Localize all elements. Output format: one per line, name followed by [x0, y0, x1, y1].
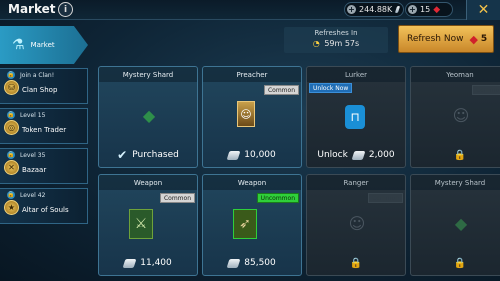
rarity-badge: Common — [367, 193, 403, 203]
lock-icon: 🔒 — [349, 257, 363, 269]
card-price: 11,400 — [140, 258, 172, 268]
check-icon: ✔ — [117, 148, 128, 162]
market-icon: ⚗ — [12, 37, 25, 53]
rarity-badge: Common — [159, 193, 195, 203]
shop-card-lurker[interactable]: Lurker Unlock Now ⊓ Unlock 2,000 — [306, 66, 406, 168]
card-status: ✔ Purchased — [99, 143, 197, 167]
info-icon[interactable]: i — [58, 2, 73, 17]
shop-card-weapon-uncommon[interactable]: Weapon Uncommon ➶ 85,500 — [202, 174, 302, 276]
gem-counter[interactable]: + 15 ◆ — [405, 2, 453, 17]
silver-icon — [226, 150, 241, 160]
refresh-label: Refreshes In — [314, 29, 358, 37]
bazaar-icon: ✕ — [4, 160, 19, 175]
shard-icon: ◆ — [454, 213, 468, 233]
card-title: Yeoman — [411, 67, 500, 82]
add-silver-icon[interactable]: + — [347, 5, 356, 14]
shop-card-preacher[interactable]: Preacher Common ☺ 10,000 — [202, 66, 302, 168]
refresh-timer: Refreshes In ◔ 59m 57s — [284, 27, 388, 53]
silver-icon — [122, 258, 137, 268]
silver-counter[interactable]: + 244.88K — [344, 2, 404, 17]
sidebar-item-token-trader[interactable]: 🔒 Level 15 ◎ Token Trader — [0, 108, 88, 144]
weapon-icon: ➶ — [233, 209, 257, 239]
sidebar-item-requirement: Level 35 — [20, 152, 46, 159]
silver-icon — [226, 258, 241, 268]
sidebar-item-label: Clan Shop — [22, 86, 58, 94]
altar-of-souls-icon: ★ — [4, 200, 19, 215]
lock-icon: 🔒 — [453, 149, 467, 161]
lock-icon: ⊓ — [345, 105, 365, 129]
card-price: 10,000 — [244, 150, 276, 160]
purchased-label: Purchased — [132, 150, 179, 160]
card-title: Weapon — [99, 175, 197, 190]
card-price: 85,500 — [244, 258, 276, 268]
gem-amount: 15 — [420, 5, 431, 14]
silver-icon — [395, 6, 401, 13]
clan-shop-icon: ⛁ — [4, 80, 19, 95]
shop-card-mystery-shard-locked[interactable]: Mystery Shard ◆ 🔒 — [410, 174, 500, 276]
sidebar-item-altar-of-souls[interactable]: 🔒 Level 42 ★ Altar of Souls — [0, 188, 88, 224]
refresh-now-button[interactable]: Refresh Now ◆ 5 — [398, 25, 494, 53]
sidebar-item-label: Altar of Souls — [22, 206, 69, 214]
champion-portrait: ☺ — [452, 105, 470, 125]
shop-card-yeoman[interactable]: Yeoman Common ☺ 🔒 — [410, 66, 500, 168]
refresh-cost: 5 — [480, 34, 488, 44]
sidebar-item-label: Token Trader — [22, 126, 67, 134]
unlock-now-badge: Unlock Now — [309, 83, 353, 93]
sidebar-item-market[interactable]: ⚗ Market — [0, 26, 88, 64]
add-gem-icon[interactable]: + — [408, 5, 417, 14]
card-title: Preacher — [203, 67, 301, 82]
lock-icon: 🔒 — [7, 151, 15, 159]
lock-icon: 🔒 — [7, 71, 15, 79]
rarity-badge: Common — [471, 85, 500, 95]
unlock-label: Unlock — [317, 150, 348, 160]
refresh-button-label: Refresh Now — [407, 34, 464, 44]
card-title: Mystery Shard — [99, 67, 197, 82]
rarity-badge: Common — [263, 85, 299, 95]
sidebar-item-requirement: Join a Clan! — [20, 72, 55, 79]
refresh-time: 59m 57s — [324, 39, 360, 48]
shard-icon: ◆ — [142, 105, 156, 125]
sidebar-item-label: Market — [30, 41, 55, 49]
card-title: Weapon — [203, 175, 301, 190]
lock-icon: 🔒 — [7, 191, 15, 199]
sidebar-item-clan-shop[interactable]: 🔒 Join a Clan! ⛁ Clan Shop — [0, 68, 88, 104]
gem-icon: ◆ — [433, 4, 441, 15]
silver-icon — [351, 150, 366, 160]
shop-card-ranger[interactable]: Ranger Common ☺ 🔒 — [306, 174, 406, 276]
champion-portrait: ☺ — [348, 213, 366, 233]
rarity-badge: Uncommon — [256, 193, 299, 203]
lock-icon: 🔒 — [7, 111, 15, 119]
lock-icon: 🔒 — [453, 257, 467, 269]
close-button[interactable]: ✕ — [466, 0, 500, 20]
sidebar-item-requirement: Level 15 — [20, 112, 46, 119]
sidebar-item-requirement: Level 42 — [20, 192, 46, 199]
sidebar-item-label: Bazaar — [22, 166, 47, 174]
top-bar: Market i + 244.88K + 15 ◆ ✕ — [0, 0, 500, 20]
weapon-icon: ⚔ — [129, 209, 153, 239]
card-title: Mystery Shard — [411, 175, 500, 190]
token-trader-icon: ◎ — [4, 120, 19, 135]
shop-card-mystery-shard[interactable]: Mystery Shard ◆ ✔ Purchased — [98, 66, 198, 168]
card-price: 2,000 — [368, 150, 395, 160]
sidebar-item-bazaar[interactable]: 🔒 Level 35 ✕ Bazaar — [0, 148, 88, 184]
shop-card-weapon-common[interactable]: Weapon Common ⚔ 11,400 — [98, 174, 198, 276]
clock-icon: ◔ — [312, 39, 320, 48]
gem-icon: ◆ — [469, 32, 478, 46]
card-title: Lurker — [307, 67, 405, 82]
champion-portrait: ☺ — [237, 101, 255, 127]
silver-amount: 244.88K — [359, 5, 393, 14]
card-title: Ranger — [307, 175, 405, 190]
page-title: Market — [8, 2, 56, 16]
